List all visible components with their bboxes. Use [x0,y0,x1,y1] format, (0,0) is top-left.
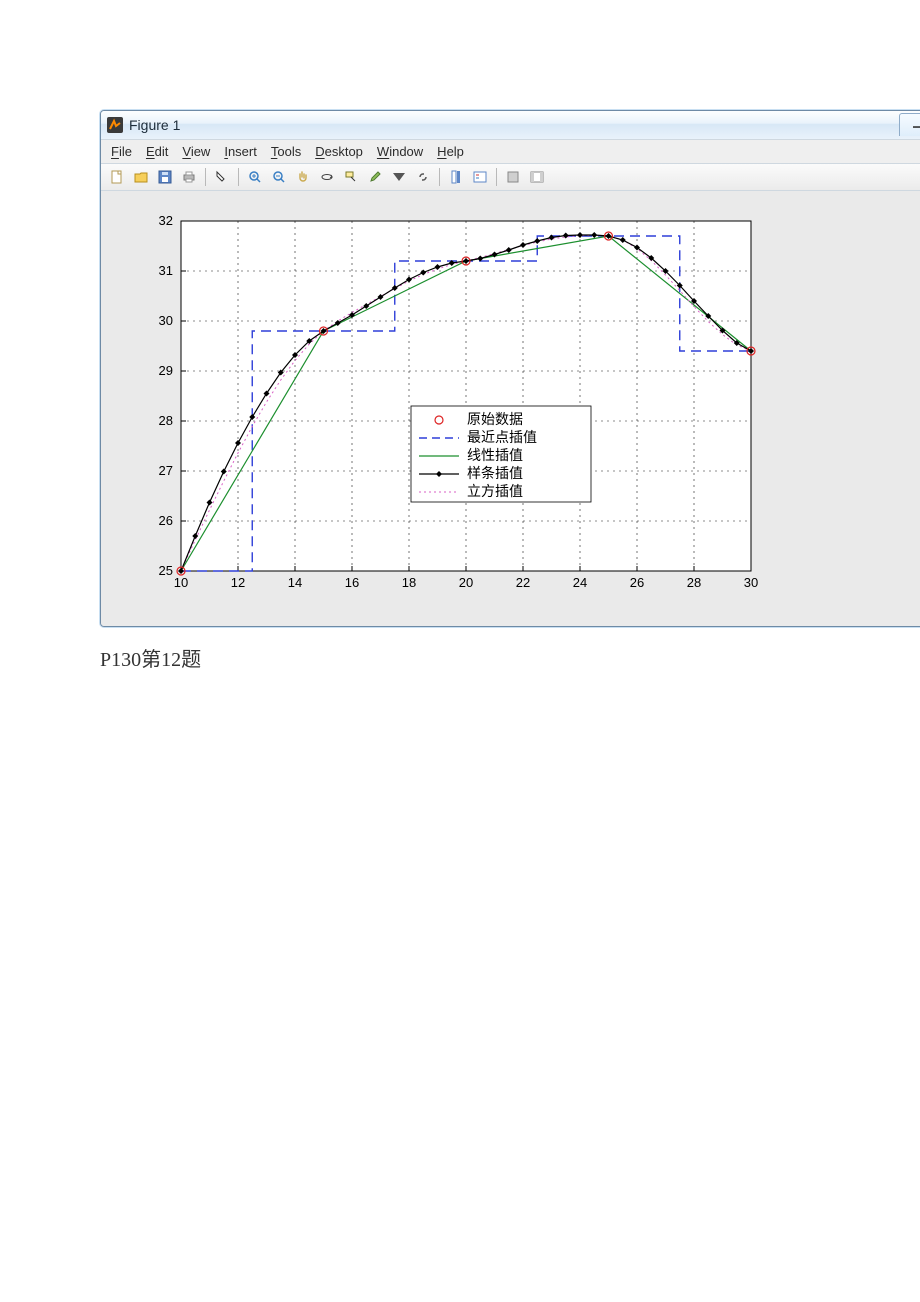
svg-text:12: 12 [231,575,245,590]
menu-window[interactable]: Window [377,144,423,159]
svg-text:原始数据: 原始数据 [467,411,523,427]
window-title: Figure 1 [129,117,893,133]
svg-text:10: 10 [174,575,188,590]
brush-dropdown[interactable] [389,167,409,187]
figure-window: Figure 1 File Edit View Insert Tools Des… [100,110,920,627]
svg-text:32: 32 [159,213,173,228]
window-controls [899,111,920,139]
svg-text:24: 24 [573,575,587,590]
svg-text:27: 27 [159,463,173,478]
print-button[interactable] [179,167,199,187]
hide-plot-tools-button[interactable] [503,167,523,187]
toolbar-separator [439,168,440,186]
toolbar-separator [238,168,239,186]
new-figure-button[interactable] [107,167,127,187]
svg-text:18: 18 [402,575,416,590]
menu-file[interactable]: File [111,144,132,159]
insert-colorbar-button[interactable] [446,167,466,187]
svg-text:28: 28 [687,575,701,590]
axes-svg: 10 12 14 16 18 20 22 24 26 28 30 25 26 27 28 29 30 31 32 原始… [111,201,771,611]
svg-text:立方插值: 立方插值 [467,483,523,499]
svg-text:22: 22 [516,575,530,590]
menu-bar: File Edit View Insert Tools Desktop Wind… [101,139,920,164]
svg-text:31: 31 [159,263,173,278]
menu-edit[interactable]: Edit [146,144,168,159]
svg-text:14: 14 [288,575,302,590]
menu-view[interactable]: View [182,144,210,159]
open-button[interactable] [131,167,151,187]
svg-text:30: 30 [159,313,173,328]
svg-text:28: 28 [159,413,173,428]
matlab-figure-icon [107,117,123,133]
menu-tools[interactable]: Tools [271,144,301,159]
data-cursor-button[interactable] [341,167,361,187]
figure-toolbar [101,164,920,191]
svg-text:26: 26 [630,575,644,590]
svg-text:29: 29 [159,363,173,378]
zoom-in-button[interactable] [245,167,265,187]
svg-text:样条插值: 样条插值 [467,465,523,481]
toolbar-separator [205,168,206,186]
insert-legend-button[interactable] [470,167,490,187]
svg-text:16: 16 [345,575,359,590]
axes-area[interactable]: 10 12 14 16 18 20 22 24 26 28 30 25 26 27 28 29 30 31 32 原始… [101,191,920,626]
svg-text:最近点插值: 最近点插值 [467,429,537,445]
save-button[interactable] [155,167,175,187]
svg-text:线性插值: 线性插值 [467,447,523,463]
brush-button[interactable] [365,167,385,187]
pan-button[interactable] [293,167,313,187]
svg-text:25: 25 [159,563,173,578]
menu-desktop[interactable]: Desktop [315,144,363,159]
menu-insert[interactable]: Insert [224,144,257,159]
page-caption: P130第12题 [100,643,920,672]
menu-help[interactable]: Help [437,144,464,159]
toolbar-separator [496,168,497,186]
minimize-button[interactable] [899,113,920,136]
svg-text:26: 26 [159,513,173,528]
svg-text:30: 30 [744,575,758,590]
edit-plot-button[interactable] [212,167,232,187]
title-bar[interactable]: Figure 1 [101,111,920,139]
link-plots-button[interactable] [413,167,433,187]
zoom-out-button[interactable] [269,167,289,187]
svg-text:20: 20 [459,575,473,590]
rotate-3d-button[interactable] [317,167,337,187]
show-plot-tools-button[interactable] [527,167,547,187]
